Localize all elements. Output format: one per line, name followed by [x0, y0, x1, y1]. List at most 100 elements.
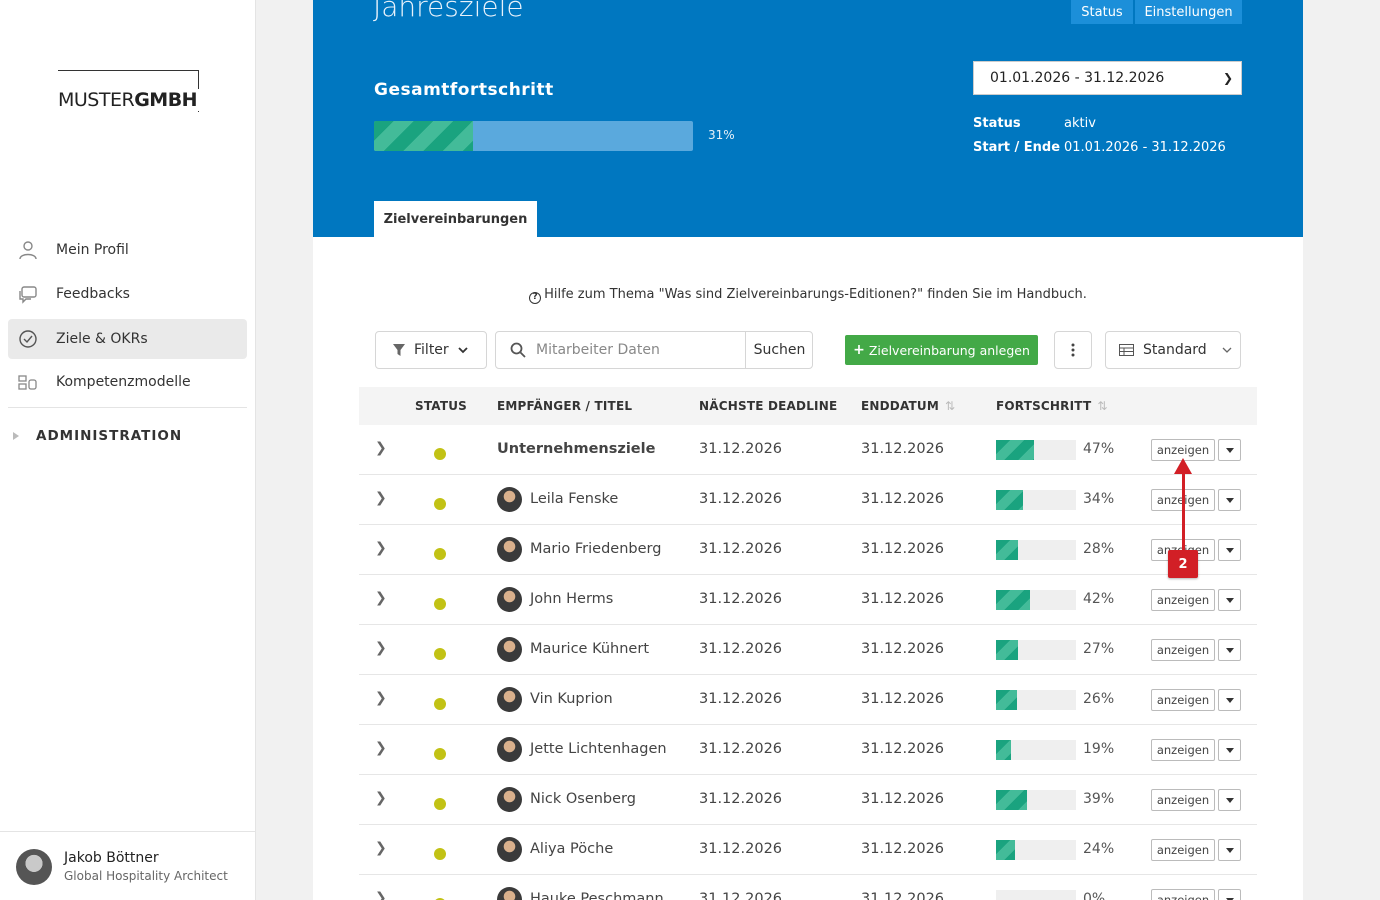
col-deadline[interactable]: NÄCHSTE DEADLINE: [699, 399, 837, 413]
row-dropdown-button[interactable]: [1218, 839, 1241, 861]
row-dropdown-button[interactable]: [1218, 489, 1241, 511]
sidebar-item-profile[interactable]: Mein Profil: [8, 230, 247, 270]
col-status[interactable]: STATUS: [415, 399, 467, 413]
col-end-date-label: ENDDATUM: [861, 399, 939, 413]
recipient-name[interactable]: Hauke Peschmann: [530, 891, 664, 900]
view-select[interactable]: Standard: [1105, 331, 1241, 369]
show-button[interactable]: anzeigen: [1151, 739, 1215, 761]
progress-fill: [996, 740, 1012, 760]
sidebar-item-goals[interactable]: Ziele & OKRs: [8, 319, 247, 359]
row-dropdown-button[interactable]: [1218, 639, 1241, 661]
progress-bar: [996, 640, 1076, 660]
competence-icon: [18, 375, 37, 390]
status-dot: [434, 748, 446, 760]
avatar: [497, 487, 522, 512]
row-dropdown-button[interactable]: [1218, 539, 1241, 561]
recipient-name[interactable]: Unternehmensziele: [497, 441, 655, 457]
company-logo[interactable]: MUSTERGMBH: [58, 70, 200, 112]
table-row[interactable]: ❯ Jette Lichtenhagen 31.12.2026 31.12.2026 1…: [359, 725, 1257, 775]
recipient-name[interactable]: Aliya Pöche: [530, 841, 613, 857]
show-button[interactable]: anzeigen: [1151, 839, 1215, 861]
expand-chevron-icon[interactable]: ❯: [375, 540, 387, 556]
row-dropdown-button[interactable]: [1218, 439, 1241, 461]
sidebar-item-competence[interactable]: Kompetenzmodelle: [8, 362, 247, 402]
status-dot: [434, 598, 446, 610]
expand-chevron-icon[interactable]: ❯: [375, 890, 387, 900]
chevron-down-icon: ❯: [1222, 71, 1233, 85]
table-row[interactable]: ❯Leila Fenske31.12.202631.12.202634%anze…: [359, 475, 1257, 525]
annotation-arrow-line: [1182, 470, 1185, 552]
expand-chevron-icon[interactable]: ❯: [375, 740, 387, 756]
recipient-name[interactable]: John Herms: [530, 591, 613, 607]
show-button[interactable]: anzeigen: [1151, 789, 1215, 811]
sidebar-item-feedbacks[interactable]: Feedbacks: [8, 274, 247, 314]
table-row[interactable]: ❯ Unternehmensziele 31.12.2026 31.12.2026 47…: [359, 425, 1257, 475]
table-row[interactable]: ❯ Vin Kuprion 31.12.2026 31.12.2026 26% anzei…: [359, 675, 1257, 725]
create-goal-agreement-button[interactable]: + Zielvereinbarung anlegen: [845, 335, 1038, 365]
row-dropdown-button[interactable]: [1218, 789, 1241, 811]
show-button[interactable]: anzeigen: [1151, 689, 1215, 711]
col-progress-label: FORTSCHRITT: [996, 399, 1092, 413]
settings-button[interactable]: Einstellungen: [1135, 0, 1242, 24]
expand-chevron-icon[interactable]: ❯: [375, 490, 387, 506]
col-recipient[interactable]: EMPFÄNGER / TITEL: [497, 399, 632, 413]
row-dropdown-button[interactable]: [1218, 689, 1241, 711]
show-button[interactable]: anzeigen: [1151, 889, 1215, 900]
expand-chevron-icon[interactable]: ❯: [375, 840, 387, 856]
recipient-name[interactable]: Maurice Kühnert: [530, 641, 649, 657]
date-range-select[interactable]: 01.01.2026 - 31.12.2026 ❯: [973, 61, 1242, 95]
expand-chevron-icon[interactable]: ❯: [375, 790, 387, 806]
search-icon: [510, 342, 526, 358]
tab-goal-agreements[interactable]: Zielvereinbarungen: [374, 201, 537, 237]
next-deadline: 31.12.2026: [699, 741, 783, 757]
sidebar: MUSTERGMBH Mein Profil Feedbacks Ziele &…: [0, 0, 256, 900]
progress-fill: [996, 440, 1034, 460]
end-date: 31.12.2026: [861, 441, 945, 457]
recipient-name[interactable]: Leila Fenske: [530, 491, 618, 507]
filter-button[interactable]: Filter: [375, 331, 487, 369]
col-progress[interactable]: FORTSCHRITT ⇅: [996, 399, 1108, 413]
more-options-button[interactable]: [1054, 331, 1092, 369]
current-user[interactable]: Jakob Böttner Global Hospitality Archite…: [0, 831, 255, 900]
recipient-name[interactable]: Vin Kuprion: [530, 691, 613, 707]
help-hint[interactable]: ? Hilfe zum Thema "Was sind Zielvereinbar…: [313, 287, 1303, 304]
date-range-value: 01.01.2026 - 31.12.2026: [990, 70, 1165, 86]
row-dropdown-button[interactable]: [1218, 589, 1241, 611]
col-end-date[interactable]: ENDDATUM ⇅: [861, 399, 955, 413]
expand-chevron-icon[interactable]: ❯: [375, 590, 387, 606]
next-deadline: 31.12.2026: [699, 791, 783, 807]
avatar: [497, 537, 522, 562]
expand-chevron-icon[interactable]: ❯: [375, 440, 387, 456]
row-dropdown-button[interactable]: [1218, 889, 1241, 900]
search-button[interactable]: Suchen: [745, 332, 813, 368]
expand-chevron-icon[interactable]: ❯: [375, 640, 387, 656]
table-row[interactable]: ❯ Nick Osenberg 31.12.2026 31.12.2026 39% anz…: [359, 775, 1257, 825]
table-row[interactable]: ❯ Aliya Pöche 31.12.2026 31.12.2026 24% anzei…: [359, 825, 1257, 875]
status-dot: [434, 848, 446, 860]
expand-chevron-icon[interactable]: ❯: [375, 690, 387, 706]
recipient-name[interactable]: Mario Friedenberg: [530, 541, 661, 557]
sidebar-admin-section[interactable]: ADMINISTRATION: [36, 428, 182, 444]
progress-bar: [996, 790, 1076, 810]
caret-right-icon[interactable]: [13, 432, 19, 440]
filter-label: Filter: [414, 342, 449, 358]
table-row[interactable]: ❯ John Herms 31.12.2026 31.12.2026 42% anzeig…: [359, 575, 1257, 625]
row-dropdown-button[interactable]: [1218, 739, 1241, 761]
search-group: Suchen: [495, 331, 813, 369]
recipient-name[interactable]: Jette Lichtenhagen: [530, 741, 667, 757]
edition-header: Jahresziele Status Einstellungen Gesamtf…: [313, 0, 1303, 237]
show-button[interactable]: anzeigen: [1151, 589, 1215, 611]
progress-bar: [996, 490, 1076, 510]
recipient-name[interactable]: Nick Osenberg: [530, 791, 636, 807]
table-row[interactable]: ❯ Mario Friedenberg 31.12.2026 31.12.2026 28…: [359, 525, 1257, 575]
show-button[interactable]: anzeigen: [1151, 639, 1215, 661]
target-check-icon: [19, 330, 37, 348]
table-row[interactable]: ❯ Hauke Peschmann 31.12.2026 31.12.2026 0% an…: [359, 875, 1257, 900]
progress-percent: 39%: [1083, 791, 1115, 807]
chevron-down-icon: [1222, 347, 1232, 353]
status-button[interactable]: Status: [1071, 0, 1133, 24]
table-row[interactable]: ❯ Maurice Kühnert 31.12.2026 31.12.2026 27% a…: [359, 625, 1257, 675]
progress-percent: 0%: [1083, 891, 1106, 900]
avatar: [497, 587, 522, 612]
search-input[interactable]: [536, 332, 744, 368]
